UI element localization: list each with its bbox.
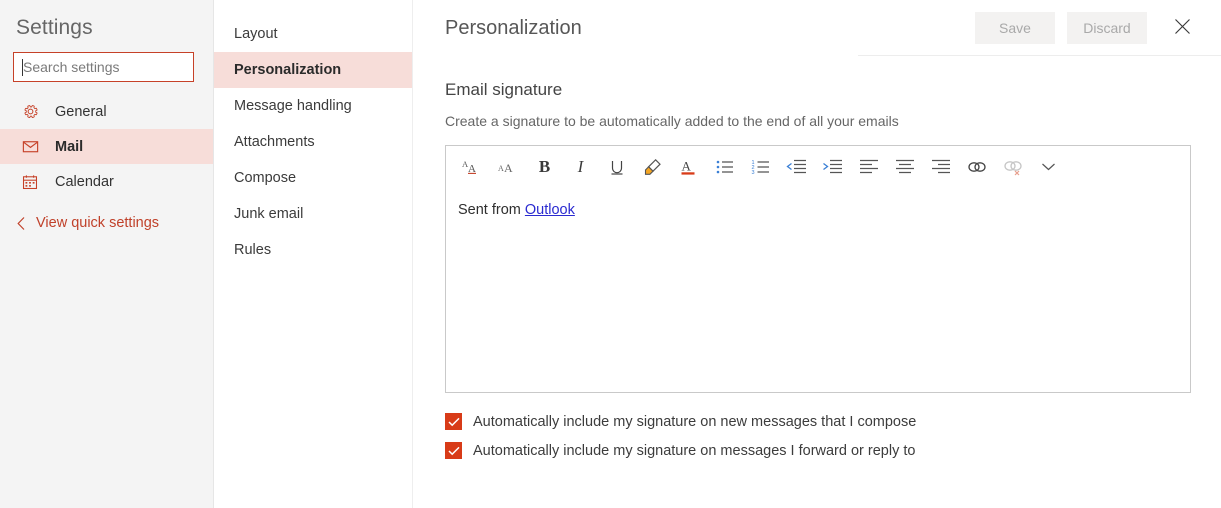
section-title: Email signature bbox=[445, 80, 563, 99]
numbered-list-icon[interactable]: 1 2 3 bbox=[746, 152, 775, 182]
increase-indent-icon[interactable] bbox=[818, 152, 847, 182]
search-input[interactable] bbox=[14, 53, 193, 81]
nav-item-rules[interactable]: Rules bbox=[214, 232, 412, 268]
signature-editor: A A A A B I A 1 2 3 Sent from Outlook bbox=[445, 145, 1191, 393]
chevron-down-icon[interactable] bbox=[1034, 152, 1063, 182]
font-color-icon[interactable]: A bbox=[674, 152, 703, 182]
align-center-icon[interactable] bbox=[890, 152, 919, 182]
align-right-icon[interactable] bbox=[926, 152, 955, 182]
nav-item-compose[interactable]: Compose bbox=[214, 160, 412, 196]
sidebar-item-label: Mail bbox=[55, 138, 84, 155]
settings-title: Settings bbox=[16, 16, 93, 39]
sidebar-item-mail[interactable]: Mail bbox=[0, 129, 213, 164]
shrink-font-icon[interactable]: A A bbox=[494, 152, 523, 182]
checkmark-icon bbox=[447, 446, 460, 455]
nav-item-layout[interactable]: Layout bbox=[214, 16, 412, 52]
category-nav: Layout Personalization Message handling … bbox=[214, 0, 413, 508]
search-box[interactable] bbox=[13, 52, 194, 82]
underline-icon[interactable] bbox=[602, 152, 631, 182]
nav-item-label: Junk email bbox=[234, 206, 304, 222]
signature-text: Sent from bbox=[458, 202, 525, 218]
nav-item-message-handling[interactable]: Message handling bbox=[214, 88, 412, 124]
calendar-icon bbox=[20, 172, 40, 192]
search-container bbox=[0, 40, 213, 82]
settings-window: Settings General bbox=[0, 0, 1221, 508]
settings-sidebar: Settings General bbox=[0, 0, 214, 508]
signature-text-area[interactable]: Sent from Outlook bbox=[446, 188, 1190, 392]
text-caret bbox=[22, 59, 23, 76]
nav-item-label: Attachments bbox=[234, 134, 315, 150]
view-quick-settings-button[interactable]: View quick settings bbox=[0, 207, 213, 239]
checkbox-label: Automatically include my signature on me… bbox=[473, 442, 916, 459]
page-title: Personalization bbox=[445, 16, 582, 39]
sidebar-item-calendar[interactable]: Calendar bbox=[0, 164, 213, 199]
save-button[interactable]: Save bbox=[975, 12, 1055, 44]
header-divider bbox=[858, 55, 1221, 56]
italic-icon[interactable]: I bbox=[566, 152, 595, 182]
editor-toolbar: A A A A B I A 1 2 3 bbox=[446, 146, 1190, 188]
envelope-icon bbox=[20, 137, 40, 157]
highlight-icon[interactable] bbox=[638, 152, 667, 182]
checkbox-row-forward-reply[interactable]: Automatically include my signature on me… bbox=[445, 436, 1221, 465]
bulleted-list-icon[interactable] bbox=[710, 152, 739, 182]
main-content: Email signature Create a signature to be… bbox=[413, 56, 1221, 465]
checkmark-icon bbox=[447, 417, 460, 426]
sidebar-item-general[interactable]: General bbox=[0, 94, 213, 129]
sidebar-nav: General Mail Calendar bbox=[0, 94, 213, 199]
svg-text:A: A bbox=[504, 161, 513, 175]
svg-text:3: 3 bbox=[751, 170, 754, 176]
signature-options: Automatically include my signature on ne… bbox=[445, 407, 1221, 465]
nav-item-label: Message handling bbox=[234, 98, 352, 114]
sidebar-item-label: General bbox=[55, 103, 107, 120]
outlook-link[interactable]: Outlook bbox=[525, 202, 575, 218]
nav-item-junk-email[interactable]: Junk email bbox=[214, 196, 412, 232]
checkbox-label: Automatically include my signature on ne… bbox=[473, 413, 917, 430]
nav-item-label: Rules bbox=[234, 242, 272, 258]
close-icon bbox=[1174, 18, 1191, 38]
bold-icon[interactable]: B bbox=[530, 152, 559, 182]
nav-item-attachments[interactable]: Attachments bbox=[214, 124, 412, 160]
discard-button[interactable]: Discard bbox=[1067, 12, 1147, 44]
view-quick-settings-label: View quick settings bbox=[36, 215, 160, 231]
main-panel: Personalization Save Discard Email signa… bbox=[413, 0, 1221, 508]
checkbox-row-new-messages[interactable]: Automatically include my signature on ne… bbox=[445, 407, 1221, 436]
insert-link-icon[interactable] bbox=[962, 152, 991, 182]
chevron-left-icon bbox=[16, 216, 27, 231]
nav-item-label: Layout bbox=[234, 26, 278, 42]
main-header: Personalization Save Discard bbox=[413, 0, 1221, 56]
nav-item-label: Compose bbox=[234, 170, 297, 186]
remove-link-icon bbox=[998, 152, 1027, 182]
decrease-indent-icon[interactable] bbox=[782, 152, 811, 182]
nav-item-label: Personalization bbox=[234, 62, 342, 78]
checkbox-forward-reply[interactable] bbox=[445, 442, 462, 459]
close-button[interactable] bbox=[1165, 11, 1199, 45]
align-left-icon[interactable] bbox=[854, 152, 883, 182]
gear-icon bbox=[20, 102, 40, 122]
checkbox-new-messages[interactable] bbox=[445, 413, 462, 430]
grow-font-icon[interactable]: A A bbox=[458, 152, 487, 182]
svg-text:A: A bbox=[682, 159, 692, 174]
sidebar-item-label: Calendar bbox=[55, 173, 114, 190]
nav-item-personalization[interactable]: Personalization bbox=[214, 52, 412, 88]
section-description: Create a signature to be automatically a… bbox=[445, 113, 899, 129]
